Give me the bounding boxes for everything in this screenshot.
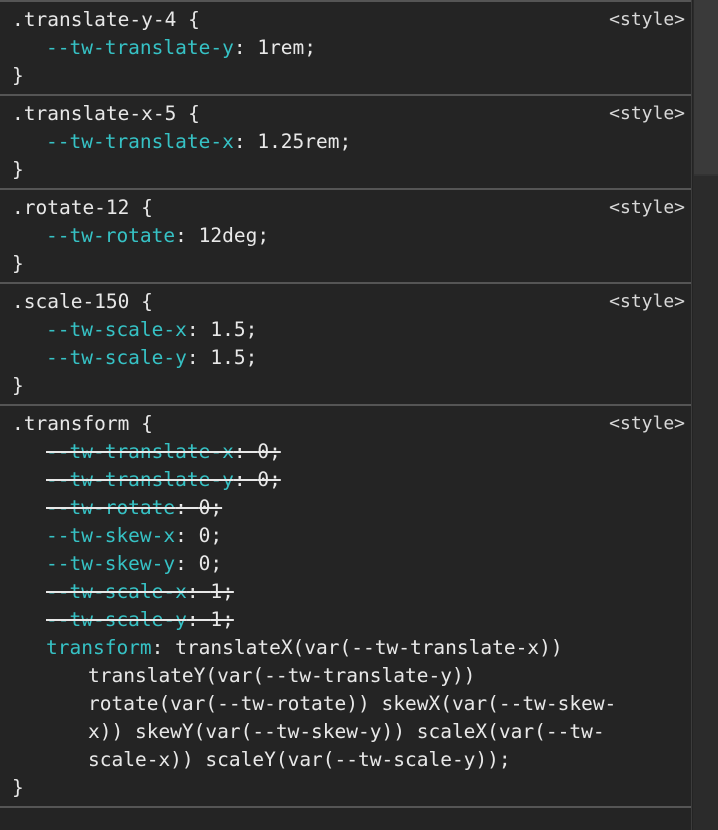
css-rule-rotate-12[interactable]: .rotate-12 { <style> --tw-rotate: 12deg;… <box>0 190 691 284</box>
property-name[interactable]: --tw-scale-x <box>46 318 187 341</box>
rule-selector-wrap: .translate-x-5 { <box>12 100 200 128</box>
property-name[interactable]: --tw-translate-x <box>46 440 234 463</box>
css-rule-translate-y-4[interactable]: .translate-y-4 { <style> --tw-translate-… <box>0 0 691 96</box>
open-brace: { <box>188 8 200 31</box>
rule-selector-wrap: .rotate-12 { <box>12 194 153 222</box>
declaration[interactable]: --tw-scale-y: 1.5; <box>12 344 691 372</box>
rule-selector[interactable]: .transform <box>12 412 129 435</box>
open-brace: { <box>141 290 153 313</box>
open-brace: { <box>188 102 200 125</box>
close-brace: } <box>12 158 24 181</box>
overridden-declaration[interactable]: --tw-rotate: 0; <box>12 494 691 522</box>
css-rule-transform[interactable]: .transform { <style> --tw-translate-x: 0… <box>0 406 691 808</box>
open-brace: { <box>141 196 153 219</box>
property-value[interactable]: 0; <box>257 440 280 463</box>
property-name[interactable]: --tw-translate-x <box>46 130 234 153</box>
rule-header: .transform { <style> <box>12 410 691 438</box>
property-value[interactable]: 0; <box>199 552 222 575</box>
rule-selector[interactable]: .scale-150 <box>12 290 129 313</box>
property-value[interactable]: 1rem; <box>257 36 316 59</box>
stylesheet-source-link[interactable]: <style> <box>609 6 685 34</box>
property-name[interactable]: --tw-scale-y <box>46 608 187 631</box>
colon: : <box>175 524 199 547</box>
transform-value-line[interactable]: translateX(var(--tw-translate-x)) <box>175 636 562 659</box>
stylesheet-source-link[interactable]: <style> <box>609 100 685 128</box>
property-name[interactable]: --tw-rotate <box>46 224 175 247</box>
transform-declaration[interactable]: transform: translateX(var(--tw-translate… <box>12 634 691 662</box>
property-value[interactable]: 0; <box>199 496 222 519</box>
property-value[interactable]: 0; <box>199 524 222 547</box>
close-brace: } <box>12 776 24 799</box>
rule-header: .translate-y-4 { <style> <box>12 6 691 34</box>
property-name[interactable]: transform <box>46 636 152 659</box>
colon: : <box>175 496 199 519</box>
declaration[interactable]: --tw-skew-x: 0; <box>12 522 691 550</box>
colon: : <box>175 552 199 575</box>
rule-header: .rotate-12 { <style> <box>12 194 691 222</box>
property-value[interactable]: 1.5; <box>210 318 257 341</box>
colon: : <box>233 130 258 153</box>
overridden-declaration[interactable]: --tw-scale-x: 1; <box>12 578 691 606</box>
declaration[interactable]: --tw-rotate: 12deg; <box>12 222 691 250</box>
stylesheet-source-link[interactable]: <style> <box>609 288 685 316</box>
colon: : <box>186 608 211 631</box>
property-name[interactable]: --tw-scale-y <box>46 346 187 369</box>
property-name[interactable]: --tw-scale-x <box>46 580 187 603</box>
rule-selector-wrap: .transform { <box>12 410 153 438</box>
rule-selector[interactable]: .translate-y-4 <box>12 8 176 31</box>
stylesheet-source-link[interactable]: <style> <box>609 194 685 222</box>
rule-selector[interactable]: .translate-x-5 <box>12 102 176 125</box>
declaration[interactable]: --tw-skew-y: 0; <box>12 550 691 578</box>
property-value[interactable]: 1.5; <box>210 346 257 369</box>
declaration[interactable]: --tw-scale-x: 1.5; <box>12 316 691 344</box>
property-name[interactable]: --tw-skew-x <box>46 524 175 547</box>
rule-selector-wrap: .translate-y-4 { <box>12 6 200 34</box>
overridden-declaration[interactable]: --tw-translate-x: 0; <box>12 438 691 466</box>
rule-selector-wrap: .scale-150 { <box>12 288 153 316</box>
property-value[interactable]: 1; <box>210 580 233 603</box>
close-brace: } <box>12 252 24 275</box>
colon: : <box>233 468 258 491</box>
close-brace: } <box>12 64 24 87</box>
transform-value-line[interactable]: translateY(var(--tw-translate-y)) <box>12 662 691 690</box>
rule-header: .translate-x-5 { <style> <box>12 100 691 128</box>
property-name[interactable]: --tw-translate-y <box>46 36 234 59</box>
rule-header: .scale-150 { <style> <box>12 288 691 316</box>
colon: : <box>151 636 176 659</box>
property-value[interactable]: 12deg; <box>199 224 269 247</box>
css-rule-translate-x-5[interactable]: .translate-x-5 { <style> --tw-translate-… <box>0 96 691 190</box>
colon: : <box>233 36 258 59</box>
styles-pane: .translate-y-4 { <style> --tw-translate-… <box>0 0 718 830</box>
open-brace: { <box>141 412 153 435</box>
declaration[interactable]: --tw-translate-y: 1rem; <box>12 34 691 62</box>
stylesheet-source-link[interactable]: <style> <box>609 410 685 438</box>
property-value[interactable]: 1; <box>210 608 233 631</box>
colon: : <box>233 440 258 463</box>
transform-value-line[interactable]: rotate(var(--tw-rotate)) skewX(var(--tw-… <box>12 690 691 718</box>
property-name[interactable]: --tw-rotate <box>46 496 175 519</box>
overridden-declaration[interactable]: --tw-translate-y: 0; <box>12 466 691 494</box>
vertical-scrollbar[interactable] <box>693 0 718 830</box>
css-rule-scale-150[interactable]: .scale-150 { <style> --tw-scale-x: 1.5; … <box>0 284 691 406</box>
rules-list: .translate-y-4 { <style> --tw-translate-… <box>0 0 692 830</box>
rule-selector[interactable]: .rotate-12 <box>12 196 129 219</box>
declaration[interactable]: --tw-translate-x: 1.25rem; <box>12 128 691 156</box>
colon: : <box>175 224 199 247</box>
colon: : <box>186 346 211 369</box>
scrollbar-thumb[interactable] <box>694 0 718 176</box>
colon: : <box>186 318 211 341</box>
colon: : <box>186 580 211 603</box>
property-value[interactable]: 0; <box>257 468 280 491</box>
transform-value-line[interactable]: x)) skewY(var(--tw-skew-y)) scaleX(var(-… <box>12 718 691 746</box>
property-name[interactable]: --tw-skew-y <box>46 552 175 575</box>
close-brace: } <box>12 374 24 397</box>
property-name[interactable]: --tw-translate-y <box>46 468 234 491</box>
property-value[interactable]: 1.25rem; <box>257 130 351 153</box>
transform-value-line[interactable]: scale-x)) scaleY(var(--tw-scale-y)); <box>12 746 691 774</box>
overridden-declaration[interactable]: --tw-scale-y: 1; <box>12 606 691 634</box>
